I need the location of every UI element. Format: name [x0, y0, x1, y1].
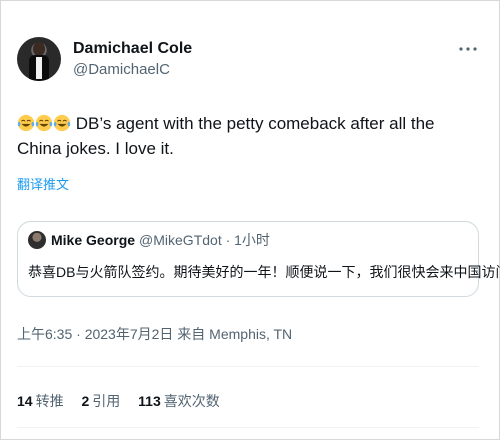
- quoted-author-meta: @MikeGTdot · 1小时: [139, 232, 270, 248]
- likes-label: 喜欢次数: [163, 393, 220, 409]
- more-icon[interactable]: [457, 41, 479, 57]
- joy-emoji: [17, 114, 35, 132]
- avatar-shirt-shape: [36, 57, 42, 79]
- emoji-group: [17, 114, 71, 133]
- divider: [17, 366, 479, 367]
- avatar-head-shape: [33, 42, 45, 56]
- quoted-tweet-header: Mike George @MikeGTdot · 1小时: [28, 230, 270, 250]
- divider: [17, 427, 479, 428]
- quoted-tweet[interactable]: Mike George @MikeGTdot · 1小时 恭喜DB与火箭队签约。…: [17, 221, 500, 297]
- author-row: Damichael Cole @DamichaelC: [17, 31, 483, 87]
- likes-count: 113: [138, 393, 161, 409]
- tweet-card: Damichael Cole @DamichaelC DB’s agent wi…: [0, 0, 500, 440]
- quotes-label: 引用: [92, 393, 121, 409]
- retweets-stat[interactable]: 14 转推: [17, 391, 64, 411]
- tweet-text: DB’s agent with the petty comeback after…: [17, 114, 435, 158]
- author-names: Damichael Cole @DamichaelC: [73, 39, 192, 80]
- quoted-tweet-text: 恭喜DB与火箭队签约。期待美好的一年！顺便说一下，我们很快会来中国访问。: [28, 264, 500, 280]
- quoted-author-avatar: [28, 231, 46, 249]
- quotes-count: 2: [81, 393, 90, 409]
- retweets-count: 14: [17, 393, 33, 409]
- translate-tweet-link[interactable]: 翻译推文: [17, 174, 69, 193]
- engagement-stats: 14 转推 2 引用 113 喜欢次数: [17, 391, 234, 411]
- joy-emoji: [35, 114, 53, 132]
- author-handle[interactable]: @DamichaelC: [73, 60, 192, 80]
- author-avatar[interactable]: [17, 37, 61, 81]
- quoted-author-name: Mike George: [51, 232, 136, 248]
- author-display-name[interactable]: Damichael Cole: [73, 39, 192, 59]
- retweets-label: 转推: [35, 393, 64, 409]
- joy-emoji: [53, 114, 71, 132]
- tweet-timestamp[interactable]: 上午6:35 · 2023年7月2日 来自 Memphis, TN: [17, 324, 292, 344]
- tweet-body: DB’s agent with the petty comeback after…: [17, 111, 479, 161]
- likes-stat[interactable]: 113 喜欢次数: [138, 391, 220, 411]
- quotes-stat[interactable]: 2 引用: [81, 391, 120, 411]
